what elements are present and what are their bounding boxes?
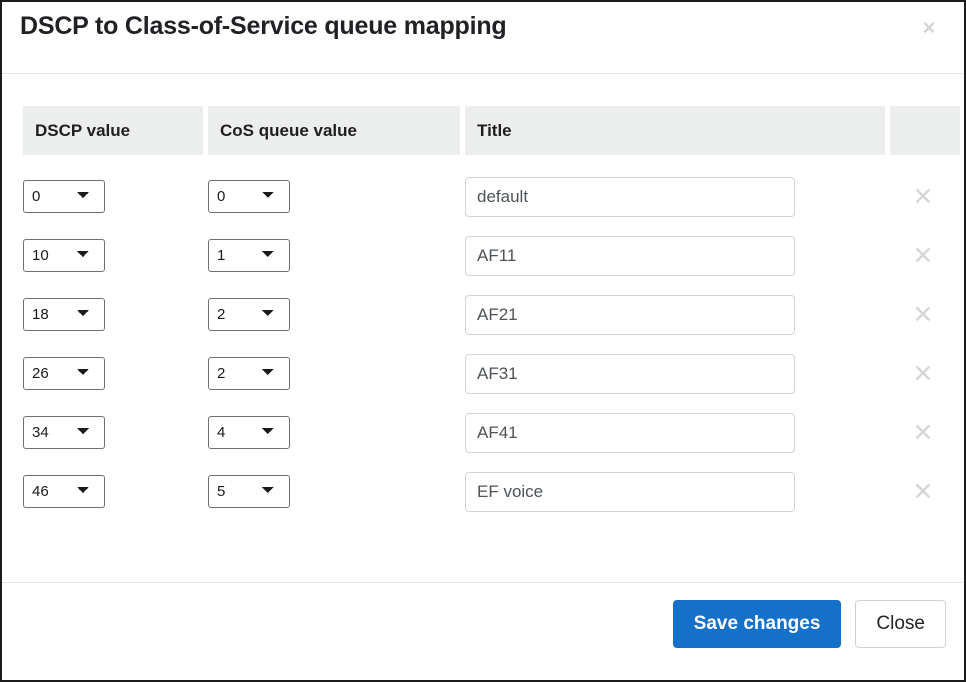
table-row: 081016182426323440464856 01234567 ✕ [23, 226, 960, 285]
cell-actions: ✕ [890, 226, 960, 285]
delete-row-icon[interactable]: ✕ [908, 477, 938, 507]
cell-actions: ✕ [890, 285, 960, 344]
cell-dscp: 081016182426323440464856 [23, 285, 203, 344]
title-input[interactable] [465, 353, 795, 394]
cos-queue-value-select[interactable]: 01234567 [208, 239, 290, 272]
dscp-value-select[interactable]: 081016182426323440464856 [23, 357, 105, 390]
cell-cos: 01234567 [208, 462, 460, 521]
table-row: 081016182426323440464856 01234567 ✕ [23, 285, 960, 344]
close-button[interactable]: Close [855, 600, 946, 648]
cell-title [465, 226, 885, 285]
cell-dscp: 081016182426323440464856 [23, 403, 203, 462]
table-row: 081016182426323440464856 01234567 ✕ [23, 344, 960, 403]
dialog-header: DSCP to Class-of-Service queue mapping × [2, 2, 964, 74]
cell-actions: ✕ [890, 403, 960, 462]
delete-row-icon[interactable]: ✕ [908, 359, 938, 389]
cell-title [465, 155, 885, 226]
dialog-body: DSCP value CoS queue value Title 0810161… [2, 74, 964, 613]
cos-queue-value-select[interactable]: 01234567 [208, 180, 290, 213]
cos-queue-value-select[interactable]: 01234567 [208, 298, 290, 331]
dscp-cos-mapping-dialog: DSCP to Class-of-Service queue mapping ×… [0, 0, 966, 682]
cell-title [465, 462, 885, 521]
footer-actions: Save changes Close [672, 600, 946, 648]
delete-row-icon[interactable]: ✕ [908, 182, 938, 212]
cell-title [465, 403, 885, 462]
cell-actions: ✕ [890, 344, 960, 403]
delete-row-icon[interactable]: ✕ [908, 241, 938, 271]
dscp-cos-mapping-table: DSCP value CoS queue value Title 0810161… [18, 106, 964, 521]
close-icon[interactable]: × [912, 11, 946, 45]
cell-dscp: 081016182426323440464856 [23, 344, 203, 403]
delete-row-icon[interactable]: ✕ [908, 418, 938, 448]
cell-cos: 01234567 [208, 285, 460, 344]
cell-title [465, 285, 885, 344]
column-header-title: Title [465, 106, 885, 155]
cos-queue-value-select[interactable]: 01234567 [208, 475, 290, 508]
cell-title [465, 344, 885, 403]
dscp-value-select[interactable]: 081016182426323440464856 [23, 475, 105, 508]
table-row: 081016182426323440464856 01234567 ✕ [23, 462, 960, 521]
dscp-value-select[interactable]: 081016182426323440464856 [23, 298, 105, 331]
cell-cos: 01234567 [208, 155, 460, 226]
table-row: 081016182426323440464856 01234567 ✕ [23, 403, 960, 462]
page-title: DSCP to Class-of-Service queue mapping [20, 12, 507, 40]
cell-actions: ✕ [890, 155, 960, 226]
dscp-value-select[interactable]: 081016182426323440464856 [23, 180, 105, 213]
column-header-actions [890, 106, 960, 155]
column-header-dscp: DSCP value [23, 106, 203, 155]
save-changes-button[interactable]: Save changes [672, 600, 842, 648]
cos-queue-value-select[interactable]: 01234567 [208, 416, 290, 449]
title-input[interactable] [465, 235, 795, 276]
table-header-row: DSCP value CoS queue value Title [23, 106, 960, 155]
cell-dscp: 081016182426323440464856 [23, 155, 203, 226]
dscp-value-select[interactable]: 081016182426323440464856 [23, 416, 105, 449]
delete-row-icon[interactable]: ✕ [908, 300, 938, 330]
cell-dscp: 081016182426323440464856 [23, 226, 203, 285]
column-header-cos: CoS queue value [208, 106, 460, 155]
cell-actions: ✕ [890, 462, 960, 521]
cell-cos: 01234567 [208, 403, 460, 462]
table-row: 081016182426323440464856 01234567 ✕ [23, 155, 960, 226]
title-input[interactable] [465, 412, 795, 453]
table-body: 08101618242632344046485601234567✕0810161… [23, 155, 960, 521]
title-input[interactable] [465, 176, 795, 217]
dialog-footer: Save changes Close [2, 583, 964, 677]
cell-cos: 01234567 [208, 344, 460, 403]
cell-dscp: 081016182426323440464856 [23, 462, 203, 521]
dscp-value-select[interactable]: 081016182426323440464856 [23, 239, 105, 272]
cos-queue-value-select[interactable]: 01234567 [208, 357, 290, 390]
title-input[interactable] [465, 294, 795, 335]
title-input[interactable] [465, 471, 795, 512]
cell-cos: 01234567 [208, 226, 460, 285]
